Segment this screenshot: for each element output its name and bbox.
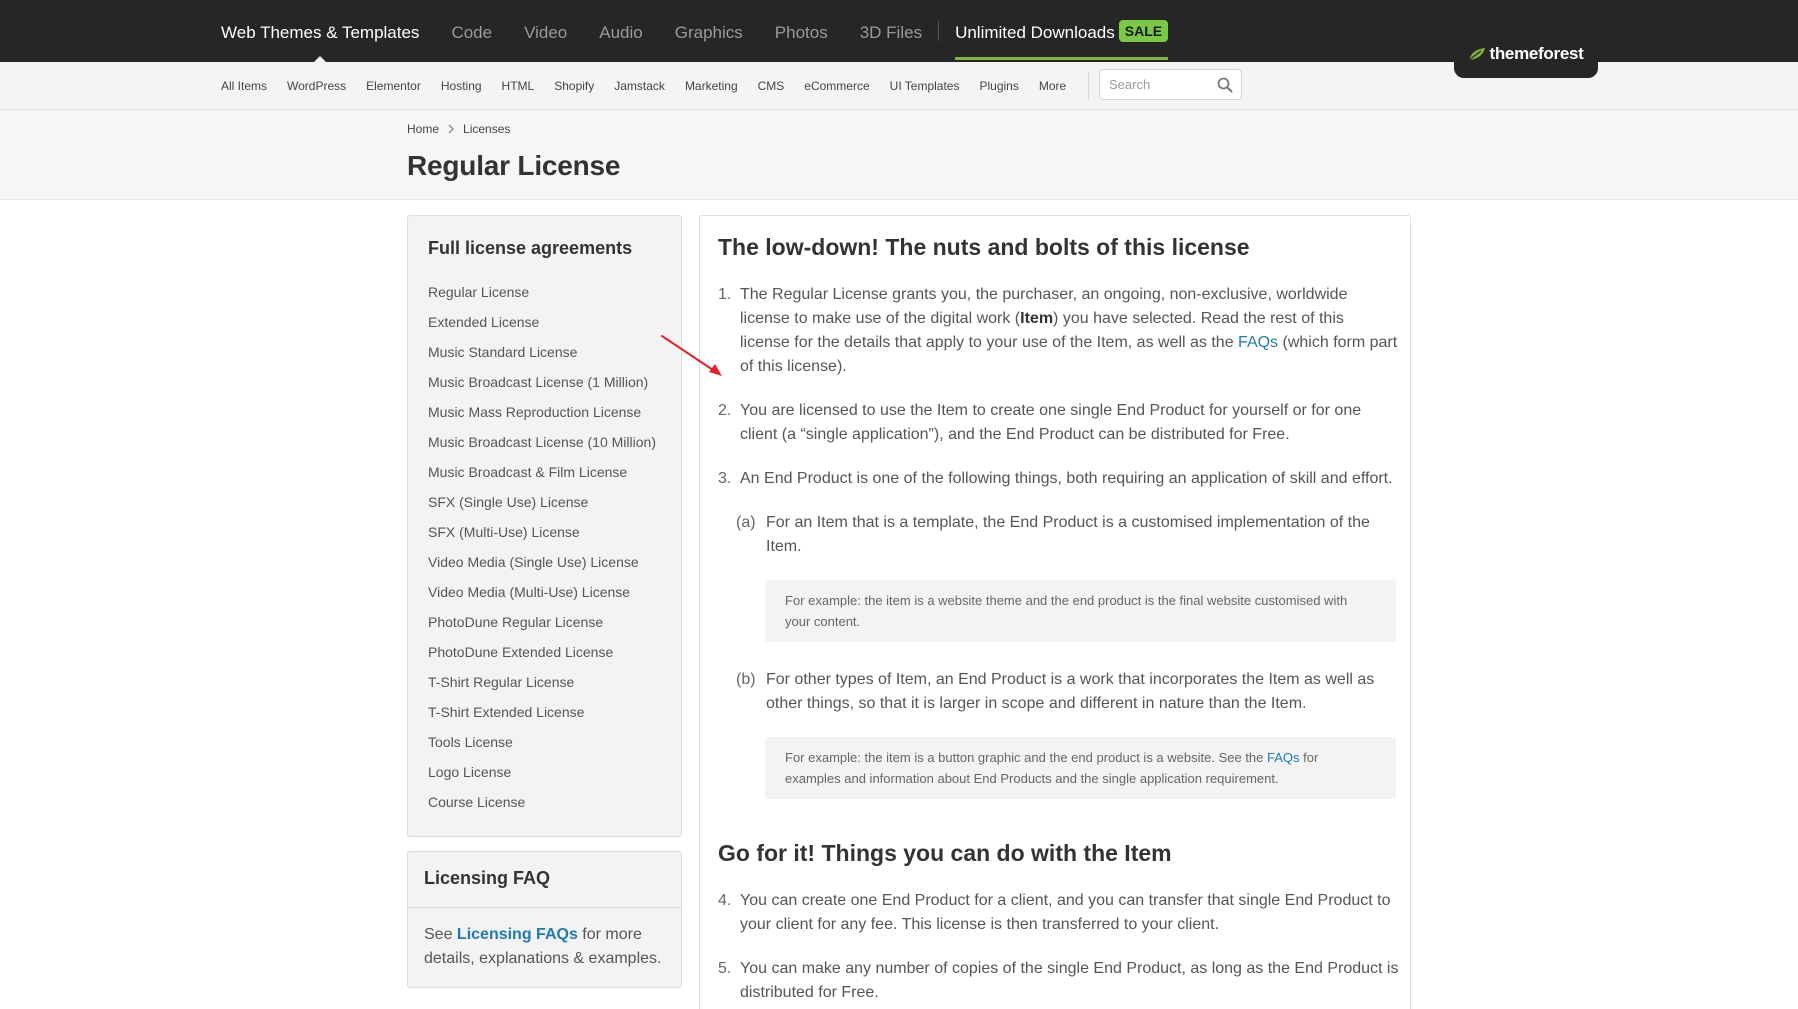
subnav-plugins[interactable]: Plugins — [979, 79, 1018, 93]
license-clause-3: 3. An End Product is one of the followin… — [718, 467, 1408, 491]
sidebar-item-music-broadcast-film[interactable]: Music Broadcast & Film License — [428, 462, 656, 492]
subnav-ui-templates[interactable]: UI Templates — [890, 79, 960, 93]
section-heading-go-for-it: Go for it! Things you can do with the It… — [718, 840, 1172, 866]
sidebar-title: Full license agreements — [428, 238, 633, 258]
clause-number: 2. — [718, 402, 732, 419]
search-icon[interactable] — [1217, 77, 1233, 93]
sidebar-item-photodune-regular[interactable]: PhotoDune Regular License — [428, 612, 656, 642]
nav-graphics[interactable]: Graphics — [675, 0, 743, 62]
subnav-marketing[interactable]: Marketing — [685, 79, 738, 93]
clause-number: 1. — [718, 286, 732, 303]
search-box — [1099, 69, 1242, 100]
subnav-more[interactable]: More — [1039, 79, 1066, 93]
sidebar-item-music-broadcast-10m[interactable]: Music Broadcast License (10 Million) — [428, 432, 656, 462]
license-clause-4: 4. You can create one End Product for a … — [718, 889, 1408, 937]
sidebar-item-tools[interactable]: Tools License — [428, 732, 656, 762]
themeforest-logo[interactable]: themeforest — [1454, 30, 1598, 78]
license-clause-2: 2. You are licensed to use the Item to c… — [718, 399, 1398, 447]
breadcrumb: Home Licenses — [407, 122, 510, 136]
logo-text: themeforest — [1489, 44, 1584, 63]
subnav-html[interactable]: HTML — [502, 79, 535, 93]
clause-text: For other types of Item, an End Product … — [766, 671, 1375, 712]
sidebar-item-video-single[interactable]: Video Media (Single Use) License — [428, 552, 656, 582]
example-box-template: For example: the item is a website theme… — [765, 580, 1396, 642]
example-pre-text: For example: the item is a button graphi… — [785, 750, 1268, 765]
clause-subnumber: (a) — [736, 514, 756, 531]
subnav-shopify[interactable]: Shopify — [554, 79, 594, 93]
sidebar-item-regular-license[interactable]: Regular License — [428, 282, 656, 312]
chevron-right-icon — [448, 124, 454, 134]
clause-subnumber: (b) — [736, 671, 756, 688]
license-clause-5: 5. You can make any number of copies of … — [718, 957, 1408, 1005]
license-list: Regular License Extended License Music S… — [428, 282, 656, 822]
page-title: Regular License — [407, 150, 621, 181]
sidebar-item-tshirt-extended[interactable]: T-Shirt Extended License — [428, 702, 656, 732]
faqs-link[interactable]: FAQs — [1238, 334, 1278, 351]
sidebar-item-course[interactable]: Course License — [428, 792, 656, 822]
sidebar-item-photodune-extended[interactable]: PhotoDune Extended License — [428, 642, 656, 672]
sale-badge: SALE — [1118, 20, 1169, 42]
faq-title: Licensing FAQ — [408, 852, 681, 908]
license-clause-3a: (a) For an Item that is a template, the … — [736, 511, 1376, 559]
nav-video[interactable]: Video — [524, 0, 567, 62]
sidebar-item-music-standard[interactable]: Music Standard License — [428, 342, 656, 372]
section-heading-low-down: The low-down! The nuts and bolts of this… — [718, 234, 1250, 260]
subcategory-nav: All Items WordPress Elementor Hosting HT… — [221, 62, 1105, 110]
license-clause-3b: (b) For other types of Item, an End Prod… — [736, 668, 1376, 716]
nav-unlimited-downloads[interactable]: Unlimited Downloads SALE — [955, 0, 1169, 62]
license-content: The low-down! The nuts and bolts of this… — [699, 215, 1411, 1009]
clause-text: An End Product is one of the following t… — [740, 470, 1393, 487]
subnav-hosting[interactable]: Hosting — [441, 79, 482, 93]
clause-text: You are licensed to use the Item to crea… — [740, 402, 1362, 443]
clause-number: 4. — [718, 892, 732, 909]
subnav-jamstack[interactable]: Jamstack — [614, 79, 665, 93]
red-annotation-arrow-icon — [661, 335, 722, 376]
item-bold: Item — [1020, 310, 1054, 327]
search-input[interactable] — [1109, 77, 1209, 92]
subnav-all-items[interactable]: All Items — [221, 79, 267, 93]
license-agreements-sidebar: Full license agreements Regular License … — [407, 215, 682, 837]
leaf-logo-icon — [1469, 48, 1486, 61]
subnav-cms[interactable]: CMS — [758, 79, 785, 93]
subnav-divider — [1088, 72, 1090, 100]
sidebar-item-tshirt-regular[interactable]: T-Shirt Regular License — [428, 672, 656, 702]
sidebar-item-music-broadcast-1m[interactable]: Music Broadcast License (1 Million) — [428, 372, 656, 402]
example-box-other: For example: the item is a button graphi… — [765, 737, 1396, 799]
subnav-elementor[interactable]: Elementor — [366, 79, 421, 93]
sidebar-item-music-mass-reproduction[interactable]: Music Mass Reproduction License — [428, 402, 656, 432]
category-nav: Web Themes & Templates Code Video Audio … — [221, 0, 1169, 62]
subnav-ecommerce[interactable]: eCommerce — [804, 79, 869, 93]
faq-pre-text: See — [424, 926, 457, 943]
nav-3d-files[interactable]: 3D Files — [860, 0, 922, 62]
sidebar-item-sfx-single[interactable]: SFX (Single Use) License — [428, 492, 656, 522]
nav-photos[interactable]: Photos — [775, 0, 828, 62]
subnav-wordpress[interactable]: WordPress — [287, 79, 346, 93]
nav-code[interactable]: Code — [451, 0, 492, 62]
nav-web-themes[interactable]: Web Themes & Templates — [221, 0, 419, 62]
faq-body: See Licensing FAQs for more details, exp… — [408, 908, 681, 986]
clause-text: The Regular License grants you, the purc… — [740, 283, 1398, 379]
sidebar-item-logo[interactable]: Logo License — [428, 762, 656, 792]
licensing-faqs-link[interactable]: Licensing FAQs — [457, 926, 578, 943]
sidebar-item-sfx-multi[interactable]: SFX (Multi-Use) License — [428, 522, 656, 552]
licensing-faq-card: Licensing FAQ See Licensing FAQs for mor… — [407, 851, 682, 988]
sidebar-item-video-multi[interactable]: Video Media (Multi-Use) License — [428, 582, 656, 612]
example-faqs-link[interactable]: FAQs — [1267, 750, 1300, 765]
page-header: Home Licenses Regular License — [0, 110, 1798, 200]
clause-text: For an Item that is a template, the End … — [766, 514, 1370, 555]
clause-text: You can make any number of copies of the… — [740, 960, 1399, 1001]
clause-text: You can create one End Product for a cli… — [740, 892, 1391, 933]
breadcrumb-licenses[interactable]: Licenses — [463, 122, 510, 136]
clause-number: 3. — [718, 470, 732, 487]
nav-audio[interactable]: Audio — [599, 0, 642, 62]
license-clause-1: 1. The Regular License grants you, the p… — [718, 283, 1398, 379]
nav-divider — [938, 21, 940, 41]
breadcrumb-home[interactable]: Home — [407, 122, 439, 136]
unlimited-downloads-label: Unlimited Downloads — [955, 23, 1115, 42]
sidebar-item-extended-license[interactable]: Extended License — [428, 312, 656, 342]
clause-number: 5. — [718, 960, 732, 977]
